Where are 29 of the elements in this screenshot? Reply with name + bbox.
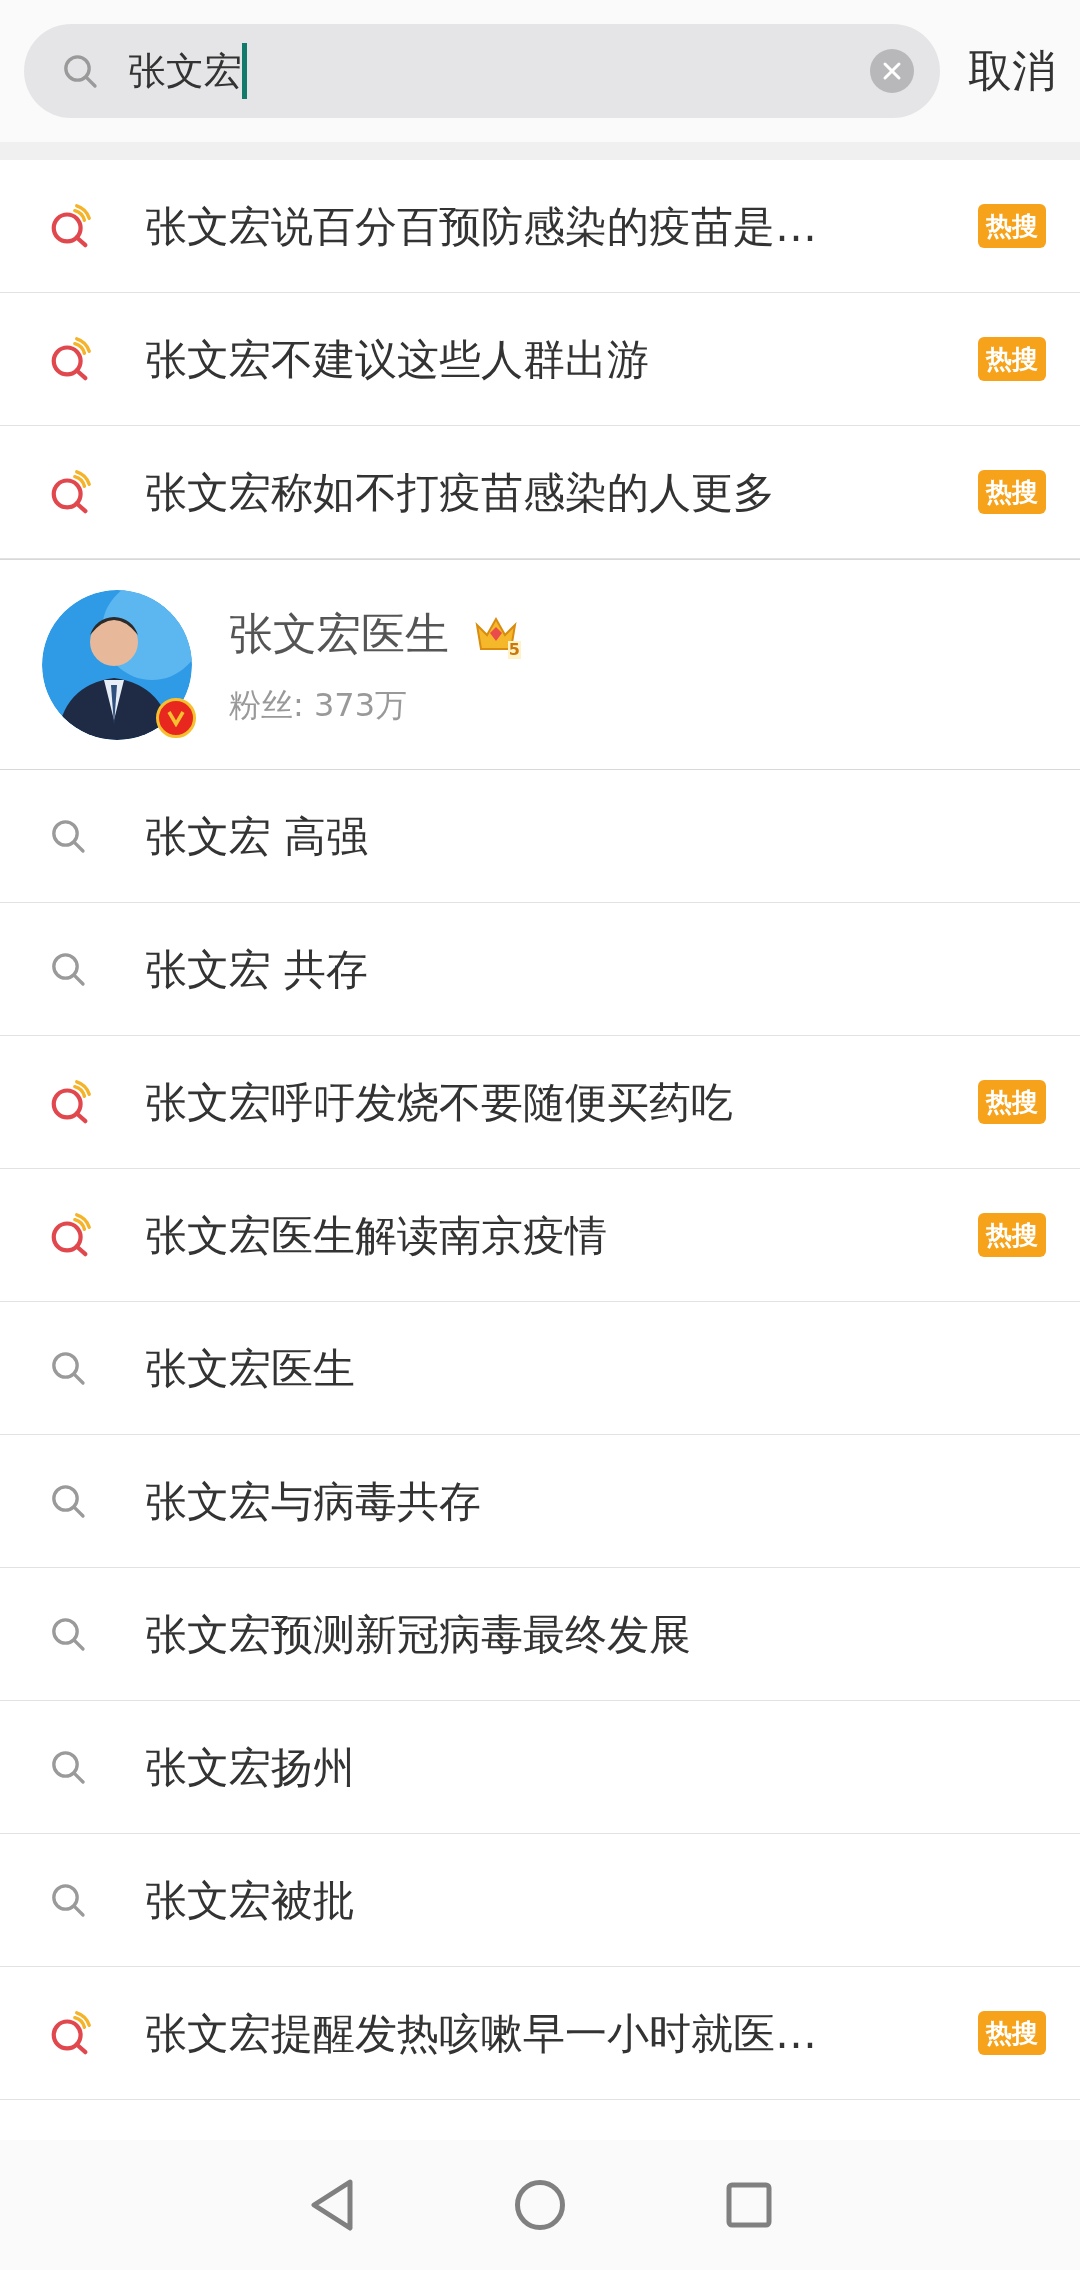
suggestion-text: 张文宏不建议这些人群出游 <box>145 333 650 386</box>
suggestion-text: 张文宏说百分百预防感染的疫苗是… <box>145 200 818 253</box>
hot-badge: 热搜 <box>978 2011 1046 2055</box>
clear-icon[interactable] <box>870 49 914 93</box>
cancel-button[interactable]: 取消 <box>968 38 1056 104</box>
hot-badge: 热搜 <box>978 337 1046 381</box>
search-query: 张文宏 <box>128 47 242 95</box>
home-icon[interactable] <box>514 2179 566 2231</box>
suggestion-text: 张文宏提醒发热咳嗽早一小时就医… <box>145 2007 818 2060</box>
hot-badge: 热搜 <box>978 1080 1046 1124</box>
suggestion-text: 张文宏医生 <box>145 1342 356 1395</box>
user-name: 张文宏医生 <box>229 606 449 661</box>
recents-icon[interactable] <box>726 2182 772 2228</box>
suggestion-text: 张文宏预测新冠病毒最终发展 <box>145 1608 692 1661</box>
hot-badge: 热搜 <box>978 204 1046 248</box>
user-result[interactable]: 张文宏医生 5 粉丝: 373万 <box>0 559 1080 770</box>
suggestion-text: 张文宏 共存 <box>145 943 370 996</box>
suggestion-text: 张文宏 高强 <box>145 810 370 863</box>
suggestion-text: 张文宏医生解读南京疫情 <box>145 1209 608 1262</box>
suggestion-text: 张文宏扬州 <box>145 1741 356 1794</box>
hot-badge: 热搜 <box>978 470 1046 514</box>
suggestion-text: 张文宏称如不打疫苗感染的人更多 <box>145 466 776 519</box>
search-field[interactable]: 张文宏 <box>24 24 940 118</box>
back-icon[interactable] <box>308 2178 354 2232</box>
suggestion-text: 张文宏与病毒共存 <box>145 1475 482 1528</box>
hot-badge: 热搜 <box>978 1213 1046 1257</box>
fans-count: 粉丝: 373万 <box>229 684 409 726</box>
suggestion-text: 张文宏呼吁发烧不要随便买药吃 <box>145 1076 734 1129</box>
suggestion-text: 张文宏被批 <box>145 1874 356 1927</box>
